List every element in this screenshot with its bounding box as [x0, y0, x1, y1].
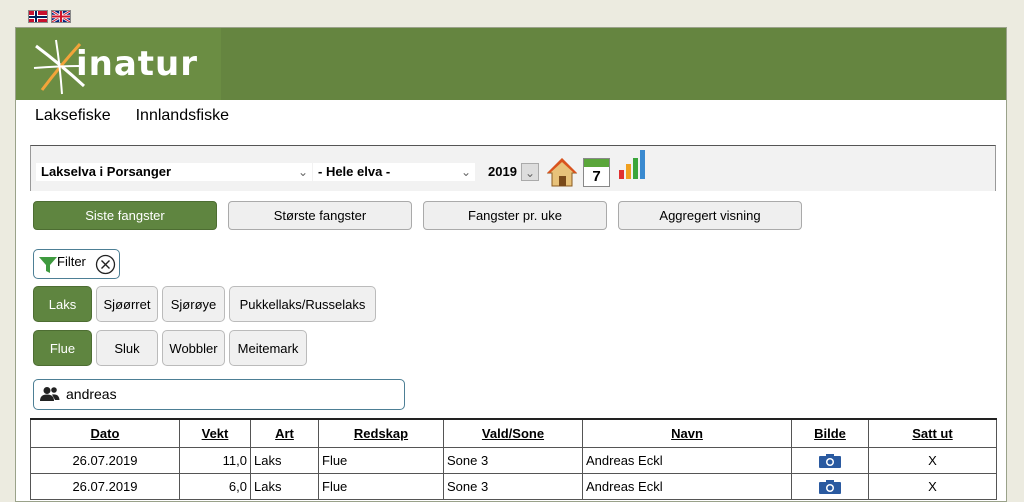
filter-funnel-icon — [39, 257, 57, 273]
col-header-satt-ut[interactable]: Satt ut — [868, 418, 997, 448]
cell-dato: 26.07.2019 — [30, 473, 180, 500]
calendar-icon[interactable]: 7 — [583, 158, 610, 187]
chevron-down-icon: ⌄ — [521, 163, 539, 181]
cell-satt-ut: X — [868, 473, 997, 500]
col-header-bilde[interactable]: Bilde — [791, 418, 869, 448]
tab-aggregert-visning[interactable]: Aggregert visning — [618, 201, 802, 230]
year-select[interactable]: 2019 ⌄ — [483, 163, 539, 181]
cell-bilde — [791, 447, 869, 474]
year-select-value: 2019 — [488, 164, 517, 179]
tab-fangster-pr-uke[interactable]: Fangster pr. uke — [423, 201, 607, 230]
close-circle-icon[interactable] — [95, 254, 116, 275]
cell-dato: 26.07.2019 — [30, 447, 180, 474]
selection-bar: Lakselva i Porsanger ⌄ - Hele elva - ⌄ 201… — [30, 145, 996, 191]
cell-redskap: Flue — [318, 473, 444, 500]
cell-navn: Andreas Eckl — [582, 473, 792, 500]
cell-vekt: 11,0 — [179, 447, 251, 474]
col-header-vekt[interactable]: Vekt — [179, 418, 251, 448]
filter-chip[interactable]: Filter — [33, 249, 120, 279]
cell-bilde — [791, 473, 869, 500]
species-pukkellaks-button[interactable]: Pukkellaks/Russelaks — [229, 286, 376, 322]
camera-icon[interactable] — [818, 479, 842, 495]
zone-select[interactable]: - Hele elva - ⌄ — [313, 163, 475, 181]
home-icon[interactable] — [546, 156, 578, 188]
table-header-row: Dato Vekt Art Redskap Vald/Sone Navn Bil… — [30, 418, 997, 448]
chevron-down-icon: ⌄ — [297, 165, 308, 179]
language-switcher — [28, 10, 71, 23]
zone-select-value: - Hele elva - — [318, 164, 391, 179]
tab-storste-fangster[interactable]: Største fangster — [228, 201, 412, 230]
search-input[interactable] — [64, 385, 398, 403]
col-header-dato[interactable]: Dato — [30, 418, 180, 448]
chevron-down-icon: ⌄ — [460, 165, 471, 179]
calendar-day: 7 — [592, 168, 601, 185]
page-container: inatur Laksefiske Innlandsfiske Lakselva… — [15, 27, 1007, 502]
cell-art: Laks — [250, 447, 319, 474]
site-header: inatur — [16, 28, 1006, 100]
cell-sone: Sone 3 — [443, 447, 583, 474]
main-nav: Laksefiske Innlandsfiske — [35, 107, 229, 125]
river-select-value: Lakselva i Porsanger — [41, 164, 172, 179]
tab-siste-fangster[interactable]: Siste fangster — [33, 201, 217, 230]
calendar-header — [584, 159, 609, 167]
name-search-field[interactable] — [33, 379, 405, 410]
camera-icon[interactable] — [818, 453, 842, 469]
col-header-redskap[interactable]: Redskap — [318, 418, 444, 448]
cell-navn: Andreas Eckl — [582, 447, 792, 474]
logo[interactable]: inatur — [16, 28, 221, 100]
species-filter: Laks Sjøørret Sjørøye Pukkellaks/Russela… — [33, 286, 376, 322]
table-row[interactable]: 26.07.2019 11,0 Laks Flue Sone 3 Andreas… — [30, 447, 997, 474]
cell-art: Laks — [250, 473, 319, 500]
col-header-vald-sone[interactable]: Vald/Sone — [443, 418, 583, 448]
gear-meitemark-button[interactable]: Meitemark — [229, 330, 307, 366]
cell-vekt: 6,0 — [179, 473, 251, 500]
cell-satt-ut: X — [868, 447, 997, 474]
gear-flue-button[interactable]: Flue — [33, 330, 92, 366]
river-select[interactable]: Lakselva i Porsanger ⌄ — [36, 163, 312, 181]
cell-sone: Sone 3 — [443, 473, 583, 500]
col-header-art[interactable]: Art — [250, 418, 319, 448]
gear-filter: Flue Sluk Wobbler Meitemark — [33, 330, 307, 366]
species-sjoorret-button[interactable]: Sjøørret — [96, 286, 158, 322]
species-sjoroye-button[interactable]: Sjørøye — [162, 286, 225, 322]
users-icon — [40, 387, 60, 401]
cell-redskap: Flue — [318, 447, 444, 474]
table-row[interactable]: 26.07.2019 6,0 Laks Flue Sone 3 Andreas … — [30, 473, 997, 500]
catch-table: Dato Vekt Art Redskap Vald/Sone Navn Bil… — [30, 418, 997, 500]
nav-item-laksefiske[interactable]: Laksefiske — [35, 107, 111, 125]
uk-flag-icon[interactable] — [51, 10, 71, 23]
logo-text: inatur — [76, 44, 199, 84]
norwegian-flag-icon[interactable] — [28, 10, 48, 23]
col-header-navn[interactable]: Navn — [582, 418, 792, 448]
nav-item-innlandsfiske[interactable]: Innlandsfiske — [136, 107, 229, 125]
gear-sluk-button[interactable]: Sluk — [96, 330, 158, 366]
species-laks-button[interactable]: Laks — [33, 286, 92, 322]
filter-label: Filter — [57, 254, 86, 269]
view-tabs: Siste fangster Største fangster Fangster… — [33, 201, 802, 230]
statistics-chart-icon[interactable] — [617, 148, 649, 180]
gear-wobbler-button[interactable]: Wobbler — [162, 330, 225, 366]
